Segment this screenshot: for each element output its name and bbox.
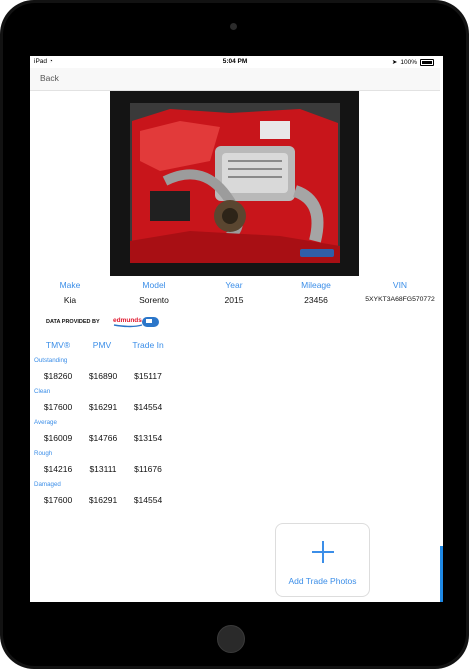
header-year: Year bbox=[225, 280, 243, 290]
data-provided-label: DATA PROVIDED BY bbox=[46, 319, 100, 325]
battery-percent: 100% bbox=[400, 58, 417, 66]
app-screen: iPad ◔ 5:04 PM ➤ 100% Back Make Model Ye… bbox=[30, 56, 440, 602]
price-tmv: $17600 bbox=[43, 402, 73, 412]
side-edge bbox=[440, 56, 443, 602]
price-pmv: $14766 bbox=[88, 433, 118, 443]
price-trade-in: $14554 bbox=[133, 495, 163, 505]
location-arrow-icon: ➤ bbox=[391, 59, 398, 66]
price-pmv: $16890 bbox=[88, 371, 118, 381]
value-year: 2015 bbox=[224, 295, 244, 305]
price-tmv: $14216 bbox=[43, 464, 73, 474]
side-edge-accent bbox=[440, 546, 443, 602]
price-pmv: $16291 bbox=[88, 495, 118, 505]
price-trade-in: $13154 bbox=[133, 433, 163, 443]
price-pmv: $13111 bbox=[89, 464, 117, 474]
condition-outstanding: Outstanding bbox=[34, 357, 68, 364]
condition-damaged: Damaged bbox=[34, 481, 61, 488]
condition-average: Average bbox=[34, 419, 57, 426]
status-bar: iPad ◔ 5:04 PM ➤ 100% bbox=[30, 56, 440, 68]
plus-icon bbox=[312, 541, 334, 563]
edmunds-logo: edmunds.com bbox=[113, 317, 159, 328]
header-pmv: PMV bbox=[92, 340, 112, 350]
header-vin: VIN bbox=[392, 280, 408, 290]
value-vin: 5XYKT3A68FG570772 bbox=[365, 296, 435, 303]
value-model: Sorento bbox=[139, 295, 169, 305]
value-make: Kia bbox=[63, 295, 77, 305]
price-trade-in: $11676 bbox=[134, 464, 162, 474]
status-right: ➤ 100% bbox=[392, 58, 434, 66]
navigation-bar: Back bbox=[30, 68, 440, 91]
price-trade-in: $14554 bbox=[133, 402, 163, 412]
condition-rough: Rough bbox=[34, 450, 53, 457]
price-tmv: $18260 bbox=[43, 371, 73, 381]
status-time: 5:04 PM bbox=[222, 58, 248, 65]
price-pmv: $16291 bbox=[88, 402, 118, 412]
header-trade-in: Trade In bbox=[132, 340, 164, 350]
price-tmv: $16009 bbox=[43, 433, 73, 443]
price-trade-in: $15117 bbox=[134, 371, 162, 381]
add-trade-photos-label: Add Trade Photos bbox=[288, 576, 357, 586]
price-tmv: $17600 bbox=[43, 495, 73, 505]
header-make: Make bbox=[59, 280, 81, 290]
home-button[interactable] bbox=[217, 625, 245, 653]
condition-clean: Clean bbox=[34, 388, 51, 395]
battery-icon bbox=[420, 58, 434, 66]
front-camera bbox=[230, 23, 237, 30]
header-mileage: Mileage bbox=[301, 280, 331, 290]
vehicle-photo[interactable] bbox=[110, 91, 359, 276]
header-tmv: TMV® bbox=[45, 340, 71, 350]
value-mileage: 23456 bbox=[304, 295, 328, 305]
add-trade-photos-button[interactable]: Add Trade Photos bbox=[275, 523, 370, 597]
header-model: Model bbox=[142, 280, 166, 290]
back-button[interactable]: Back bbox=[40, 73, 59, 83]
